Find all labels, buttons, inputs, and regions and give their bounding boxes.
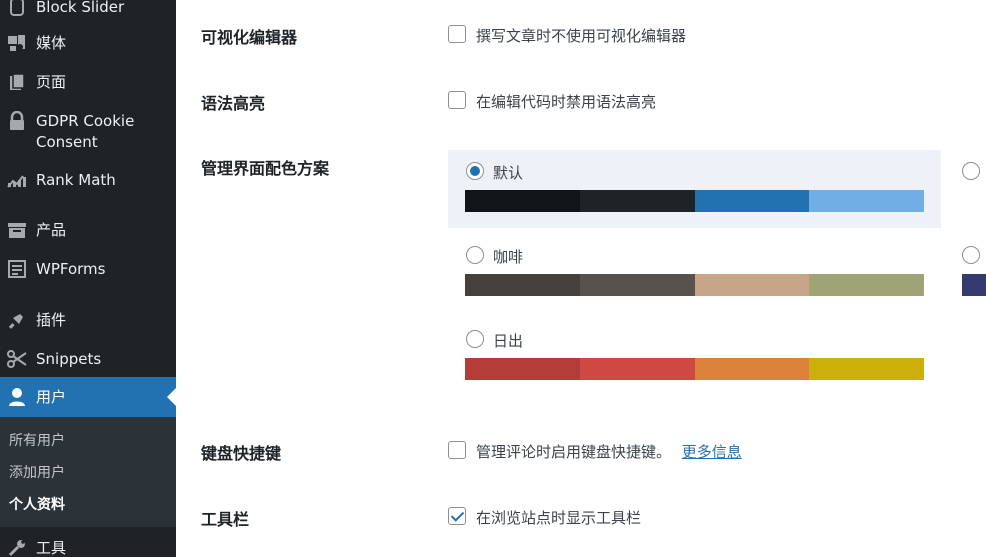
menu-item-label: 页面	[36, 72, 67, 91]
current-menu-arrow	[167, 388, 176, 406]
visual-editor-option-text: 撰写文章时不使用可视化编辑器	[476, 27, 687, 45]
media-icon	[6, 32, 28, 54]
color-scheme-name: 咖啡	[493, 248, 524, 266]
color-scheme-coffee[interactable]: 咖啡	[448, 234, 941, 312]
color-scheme-name: 默认	[493, 164, 524, 182]
scissors-icon	[6, 348, 28, 370]
color-swatches	[465, 358, 924, 380]
toolbar-label: 工具栏	[201, 510, 250, 529]
color-swatches	[465, 274, 924, 296]
color-scheme-name: 日出	[493, 332, 524, 350]
visual-editor-checkbox[interactable]	[448, 25, 466, 43]
menu-item-media[interactable]: 媒体	[0, 32, 176, 54]
menu-item-label-line2: Consent	[36, 133, 98, 151]
color-swatch	[694, 358, 810, 380]
menu-item-label: 用户	[36, 387, 67, 406]
chart-icon	[6, 169, 28, 191]
menu-item-label: GDPR Cookie Consent	[36, 111, 134, 153]
archive-icon	[6, 219, 28, 241]
color-scheme-radio[interactable]	[466, 162, 484, 180]
menu-item-label: 插件	[36, 310, 67, 329]
color-scheme-radio[interactable]	[466, 330, 484, 348]
color-scheme-default[interactable]: 默认	[448, 150, 941, 228]
color-swatch	[465, 358, 580, 380]
color-swatch	[579, 358, 695, 380]
color-swatch	[465, 274, 580, 296]
syntax-highlight-option-text: 在编辑代码时禁用语法高亮	[476, 93, 657, 111]
menu-item-label-line1: GDPR Cookie	[36, 112, 135, 130]
users-submenu: 所有用户 添加用户 个人资料	[0, 417, 176, 527]
menu-item-plugins[interactable]: 插件	[0, 309, 176, 331]
menu-item-block-slider[interactable]: Block Slider	[0, 0, 176, 18]
menu-item-products[interactable]: 产品	[0, 219, 176, 241]
color-scheme-label: 管理界面配色方案	[201, 159, 330, 178]
color-swatch	[694, 190, 810, 212]
menu-item-label: Block Slider	[36, 0, 125, 16]
keyboard-shortcuts-label: 键盘快捷键	[201, 444, 282, 463]
visual-editor-label: 可视化编辑器	[201, 28, 298, 47]
submenu-profile[interactable]: 个人资料	[9, 494, 65, 514]
color-swatch	[465, 190, 580, 212]
toolbar-option-text: 在浏览站点时显示工具栏	[476, 509, 642, 527]
menu-item-gdpr-cookie[interactable]: GDPR Cookie Consent	[0, 109, 176, 153]
menu-item-label: 产品	[36, 220, 67, 239]
lock-icon	[6, 110, 28, 132]
color-swatch	[809, 274, 924, 296]
submenu-add-user[interactable]: 添加用户	[9, 462, 65, 482]
menu-item-wpforms[interactable]: WPForms	[0, 258, 176, 280]
menu-item-label: 工具	[36, 538, 67, 557]
menu-item-label: 媒体	[36, 33, 67, 52]
menu-item-snippets[interactable]: Snippets	[0, 348, 176, 370]
keyboard-shortcuts-option-text: 管理评论时启用键盘快捷键。	[476, 443, 672, 461]
page-icon	[6, 71, 28, 93]
syntax-highlight-checkbox[interactable]	[448, 91, 466, 109]
toolbar-checkbox[interactable]	[448, 507, 466, 525]
color-swatch	[809, 190, 924, 212]
menu-item-label: WPForms	[36, 259, 106, 278]
admin-sidebar: Block Slider 媒体 页面 GDPR Cookie Consent R…	[0, 0, 176, 557]
slider-icon	[6, 0, 28, 18]
menu-item-rank-math[interactable]: Rank Math	[0, 169, 176, 191]
color-scheme-radio-partial[interactable]	[962, 246, 980, 264]
color-swatches	[465, 190, 924, 212]
menu-item-label: Snippets	[36, 349, 102, 368]
color-scheme-sunrise[interactable]: 日出	[448, 318, 941, 396]
syntax-highlight-label: 语法高亮	[201, 94, 266, 113]
submenu-all-users[interactable]: 所有用户	[9, 430, 65, 450]
color-swatch	[694, 274, 810, 296]
user-icon	[6, 386, 28, 408]
menu-item-tools[interactable]: 工具	[0, 537, 176, 557]
color-scheme-radio-partial[interactable]	[962, 162, 980, 180]
color-swatch	[809, 358, 924, 380]
color-scheme-radio[interactable]	[466, 246, 484, 264]
form-icon	[6, 258, 28, 280]
menu-item-users[interactable]: 用户	[0, 377, 176, 417]
color-swatch	[579, 274, 695, 296]
color-swatch-partial	[962, 274, 986, 296]
plugin-icon	[6, 309, 28, 331]
keyboard-shortcuts-checkbox[interactable]	[448, 441, 466, 459]
color-swatch	[579, 190, 695, 212]
menu-item-pages[interactable]: 页面	[0, 71, 176, 93]
keyboard-shortcuts-option: 管理评论时启用键盘快捷键。 更多信息	[476, 441, 742, 462]
menu-item-label: Rank Math	[36, 170, 116, 189]
more-info-link[interactable]: 更多信息	[682, 443, 742, 461]
wrench-icon	[6, 537, 28, 557]
